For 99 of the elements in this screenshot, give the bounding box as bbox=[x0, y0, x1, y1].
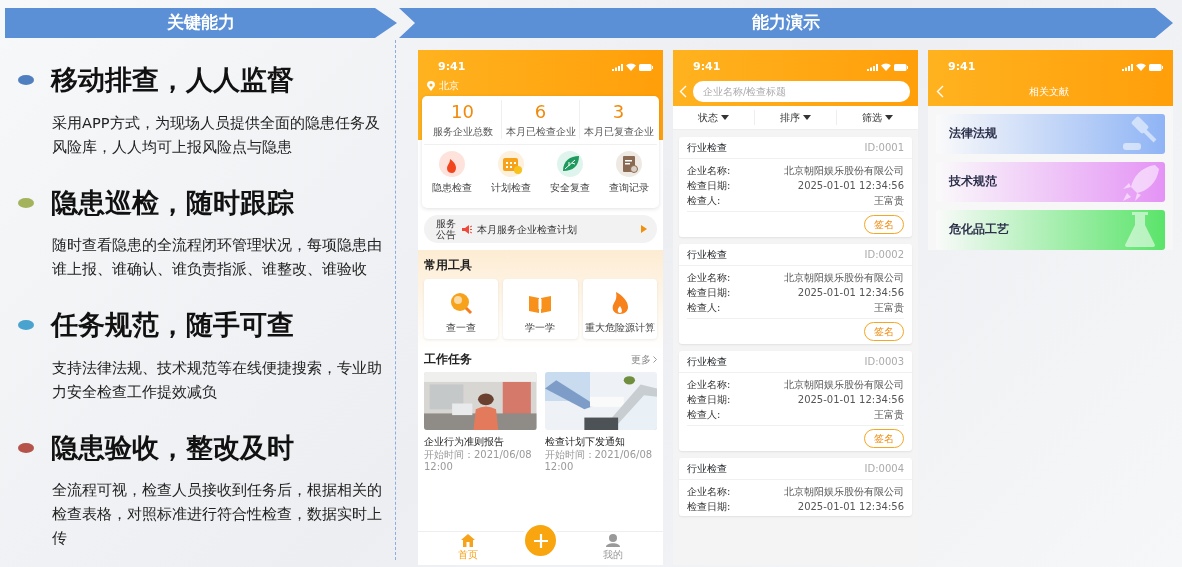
screen-title: 相关文献 bbox=[1027, 85, 1070, 99]
field-label: 检查日期: bbox=[687, 500, 731, 514]
calendar-icon bbox=[497, 151, 524, 177]
signal-icon bbox=[867, 63, 878, 71]
chevron-right-icon bbox=[653, 355, 657, 363]
stat-label: 本月已检查企业 bbox=[504, 125, 577, 139]
signal-icon bbox=[1122, 63, 1133, 71]
home-icon bbox=[461, 534, 475, 547]
record-type: 行业检查 bbox=[687, 462, 727, 476]
shortcut-button[interactable]: 查询记录 bbox=[609, 151, 650, 195]
record-id: ID:0004 bbox=[864, 462, 904, 476]
caret-icon bbox=[721, 115, 729, 120]
magnifier-icon bbox=[449, 291, 474, 315]
feature-title: 任务规范，随手可查 bbox=[51, 308, 294, 342]
task-time: 开始时间：2021/06/08 12:00 bbox=[424, 449, 533, 473]
field-label: 企业名称: bbox=[687, 164, 731, 178]
document-search-icon bbox=[616, 151, 643, 177]
field-label: 检查人: bbox=[687, 301, 721, 315]
notice-tag: 服务公告 bbox=[436, 218, 457, 240]
task-time: 开始时间：2021/06/08 12:00 bbox=[544, 449, 654, 473]
notice-text: 本月服务企业检查计划 bbox=[477, 222, 578, 237]
stat-value: 10 bbox=[450, 100, 475, 124]
task-title: 检查计划下发通知 bbox=[544, 435, 626, 449]
tool-button[interactable]: 查一查 bbox=[424, 279, 499, 339]
shortcut-button[interactable]: 计划检查 bbox=[490, 151, 531, 195]
shortcut-button[interactable]: 隐患检查 bbox=[431, 151, 472, 195]
back-icon[interactable] bbox=[936, 85, 944, 98]
leaf-icon bbox=[557, 151, 584, 177]
field-value: 2025-01-01 12:34:56 bbox=[797, 179, 904, 193]
field-label: 检查人: bbox=[687, 194, 721, 208]
field-label: 检查人: bbox=[687, 408, 721, 422]
signal-icon bbox=[612, 63, 623, 71]
field-label: 检查日期: bbox=[687, 393, 731, 407]
feature-description: 全流程可视，检查人员接收到任务后，根据相关的检查表格，对照标准进行符合性检查，数据实时上传 bbox=[52, 480, 383, 548]
caret-icon bbox=[641, 225, 647, 233]
field-value: 王富贵 bbox=[874, 408, 904, 422]
wifi-icon bbox=[881, 63, 891, 71]
plus-icon bbox=[532, 532, 549, 549]
tool-button[interactable]: 学一学 bbox=[503, 279, 578, 339]
feature-title: 隐患验收，整改及时 bbox=[51, 430, 294, 465]
person-icon bbox=[606, 534, 620, 547]
field-label: 检查日期: bbox=[687, 286, 731, 300]
stat-value: 6 bbox=[533, 100, 548, 124]
field-value: 北京朝阳娱乐股份有限公司 bbox=[784, 164, 904, 178]
back-icon[interactable] bbox=[679, 85, 687, 98]
shortcut-button[interactable]: 安全复查 bbox=[550, 151, 591, 195]
field-value: 王富贵 bbox=[874, 194, 904, 208]
record-id: ID:0001 bbox=[864, 141, 904, 155]
field-value: 北京朝阳娱乐股份有限公司 bbox=[784, 485, 904, 499]
field-label: 企业名称: bbox=[687, 271, 731, 285]
field-value: 2025-01-01 12:34:56 bbox=[797, 286, 904, 300]
section-banner: 关键能力 bbox=[5, 8, 397, 38]
megaphone-icon bbox=[462, 224, 472, 234]
record-id: ID:0003 bbox=[864, 355, 904, 369]
status-time: 9:41 bbox=[693, 58, 721, 75]
field-label: 检查日期: bbox=[687, 179, 731, 193]
location-label: 北京 bbox=[439, 79, 459, 93]
stat-label: 本月已复查企业 bbox=[582, 125, 655, 139]
field-label: 企业名称: bbox=[687, 378, 731, 392]
location-pin-icon bbox=[427, 80, 435, 91]
record-type: 行业检查 bbox=[687, 355, 727, 369]
caret-icon bbox=[803, 115, 811, 120]
stat-value: 3 bbox=[611, 100, 626, 124]
field-value: 王富贵 bbox=[874, 301, 904, 315]
caret-icon bbox=[885, 115, 893, 120]
section-banner: 能力演示 bbox=[399, 8, 1173, 38]
record-type: 行业检查 bbox=[687, 141, 727, 155]
section-title: 常用工具 bbox=[424, 257, 473, 274]
field-label: 企业名称: bbox=[687, 485, 731, 499]
notice-bar[interactable]: 服务公告 本月服务企业检查计划 bbox=[424, 215, 657, 243]
feature-title: 移动排查，人人监督 bbox=[51, 63, 294, 97]
feature-description: 随时查看隐患的全流程闭环管理状况，每项隐患由谁上报、谁确认、谁负责指派、谁整改、谁验收 bbox=[52, 235, 383, 279]
wifi-icon bbox=[1136, 63, 1146, 71]
field-value: 北京朝阳娱乐股份有限公司 bbox=[784, 378, 904, 392]
feature-description: 支持法律法规、技术规范等在线便捷搜索，专业助力安全检查工作提效减负 bbox=[52, 357, 383, 402]
field-value: 2025-01-01 12:34:56 bbox=[797, 500, 904, 514]
search-field[interactable]: 企业名称/检查标题 bbox=[693, 81, 910, 102]
status-time: 9:41 bbox=[948, 58, 976, 75]
battery-icon bbox=[1149, 63, 1163, 71]
field-value: 北京朝阳娱乐股份有限公司 bbox=[784, 271, 904, 285]
rocket-icon bbox=[1121, 163, 1159, 201]
filter-dropdown[interactable]: 排序 bbox=[754, 110, 836, 125]
section-title: 工作任务 bbox=[424, 351, 472, 368]
stat-label: 服务企业总数 bbox=[431, 125, 494, 139]
status-time: 9:41 bbox=[438, 58, 466, 75]
feature-title: 隐患巡检，随时跟踪 bbox=[51, 185, 294, 220]
field-value: 2025-01-01 12:34:56 bbox=[797, 393, 904, 407]
feature-description: 采用APP方式，为现场人员提供全面的隐患任务及风险库，人人均可上报风险点与隐患 bbox=[52, 112, 381, 157]
filter-dropdown[interactable]: 状态 bbox=[673, 110, 754, 125]
filter-dropdown[interactable]: 筛选 bbox=[836, 110, 918, 125]
battery-icon bbox=[894, 63, 908, 71]
gavel-icon bbox=[1121, 115, 1159, 153]
record-type: 行业检查 bbox=[687, 248, 727, 262]
tool-button[interactable]: 重大危险源计算 bbox=[582, 279, 657, 339]
wifi-icon bbox=[626, 63, 636, 71]
task-title: 企业行为准则报告 bbox=[424, 435, 505, 449]
battery-icon bbox=[639, 63, 653, 71]
more-link[interactable]: 更多 bbox=[631, 351, 657, 367]
record-id: ID:0002 bbox=[864, 248, 904, 262]
